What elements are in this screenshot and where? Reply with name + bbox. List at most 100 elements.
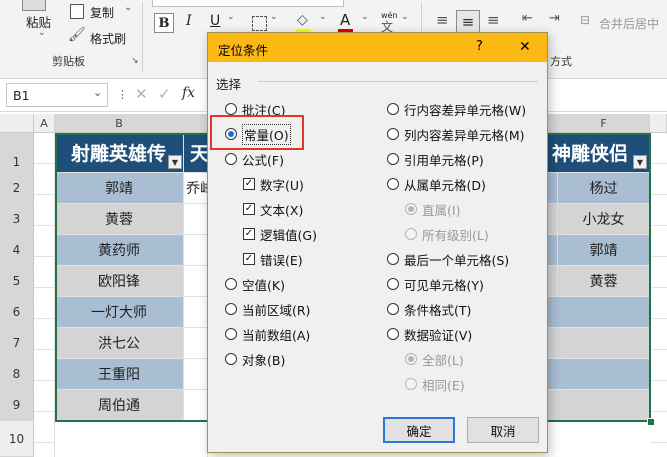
option-all[interactable]: 全部(L) — [405, 350, 464, 368]
option-objects[interactable]: 对象(B) — [225, 350, 285, 368]
row-header[interactable]: 7 — [0, 328, 34, 359]
header-cell-c1[interactable]: 天 — [184, 133, 209, 173]
fill-color-icon[interactable]: ◇ — [297, 12, 308, 28]
table-cell[interactable]: 郭靖 — [558, 235, 650, 266]
column-c-cells[interactable] — [184, 204, 208, 421]
option-precedents[interactable]: 引用单元格(P) — [387, 150, 484, 168]
indent-icon[interactable]: ⇤ — [522, 11, 533, 26]
chevron-down-icon[interactable]: ⌄ — [38, 28, 46, 38]
option-dependents[interactable]: 从属单元格(D) — [387, 175, 486, 193]
merge-center-button[interactable]: 合并后居中 — [599, 15, 659, 32]
column-header-e[interactable] — [548, 114, 558, 133]
table-cell[interactable]: 王重阳 — [55, 359, 184, 390]
fill-handle[interactable] — [647, 418, 655, 426]
confirm-entry-icon[interactable]: ✓ — [158, 85, 171, 103]
chevron-down-icon[interactable]: ⌄ — [270, 12, 278, 22]
copy-icon[interactable] — [70, 4, 84, 19]
dialog-launcher-icon[interactable]: ↘ — [131, 56, 139, 66]
check-numbers[interactable]: ✓ 数字(U) — [243, 175, 304, 193]
ok-button[interactable]: 确定 — [383, 417, 455, 443]
name-box[interactable]: B1 ⌄ — [6, 83, 108, 107]
table-cell[interactable]: 周伯通 — [55, 390, 184, 421]
option-data-validation[interactable]: 数据验证(V) — [387, 325, 472, 343]
format-painter-icon[interactable]: 🖌 — [68, 27, 86, 43]
table-cell[interactable]: 小龙女 — [558, 204, 650, 235]
column-header-f[interactable]: F — [558, 114, 650, 133]
filter-dropdown-icon[interactable]: ▼ — [633, 155, 647, 169]
column-header-c[interactable] — [184, 114, 208, 133]
check-errors[interactable]: ✓ 错误(E) — [243, 250, 303, 268]
row-header[interactable]: 10 — [0, 421, 34, 457]
row-10-cells[interactable] — [55, 421, 208, 457]
insert-function-button[interactable]: fx — [182, 85, 195, 101]
cancel-entry-icon[interactable]: ✕ — [135, 85, 148, 103]
dialog-titlebar[interactable]: 定位条件 ? ✕ — [208, 33, 547, 62]
chevron-down-icon[interactable]: ⌄ — [227, 12, 235, 22]
option-current-region[interactable]: 当前区域(R) — [225, 300, 310, 318]
row-header[interactable]: 6 — [0, 297, 34, 328]
table-cell[interactable] — [548, 359, 650, 390]
table-cell[interactable]: 黄蓉 — [55, 204, 184, 235]
font-color-button[interactable]: A — [340, 11, 350, 29]
select-all-corner[interactable] — [0, 114, 34, 133]
filter-dropdown-icon[interactable]: ▼ — [168, 155, 182, 169]
option-row-differences[interactable]: 行内容差异单元格(W) — [387, 100, 526, 118]
chevron-down-icon[interactable]: ⌄ — [93, 86, 102, 99]
table-cell[interactable] — [548, 204, 558, 235]
row-header[interactable]: 2 — [0, 173, 34, 204]
column-a-cells[interactable] — [34, 133, 55, 457]
table-cell[interactable]: 黄蓉 — [558, 266, 650, 297]
option-direct-only[interactable]: 直属(I) — [405, 200, 460, 218]
merge-center-icon[interactable]: ⊟ — [580, 13, 590, 27]
align-left-icon[interactable]: ≡ — [436, 11, 449, 29]
check-text[interactable]: ✓ 文本(X) — [243, 200, 303, 218]
chevron-down-icon[interactable]: ⌄ — [361, 12, 369, 22]
row-header[interactable]: 3 — [0, 204, 34, 235]
chevron-down-icon[interactable]: ⌄ — [124, 2, 132, 13]
close-icon[interactable]: ✕ — [519, 39, 531, 55]
option-blanks[interactable]: 空值(K) — [225, 275, 285, 293]
italic-button[interactable]: I — [186, 13, 192, 29]
underline-button[interactable]: U — [210, 13, 220, 29]
table-cell[interactable] — [548, 235, 558, 266]
option-comments[interactable]: 批注(C) — [225, 100, 285, 118]
row-header[interactable]: 4 — [0, 235, 34, 266]
column-g-cells[interactable] — [650, 133, 667, 457]
row-header[interactable]: 8 — [0, 359, 34, 390]
chevron-down-icon[interactable]: ⌄ — [319, 12, 327, 22]
table-cell[interactable] — [548, 390, 650, 421]
table-cell[interactable]: 一灯大师 — [55, 297, 184, 328]
copy-button[interactable]: 复制 — [90, 4, 114, 21]
option-current-array[interactable]: 当前数组(A) — [225, 325, 310, 343]
option-same[interactable]: 相同(E) — [405, 375, 465, 393]
table-cell[interactable] — [548, 266, 558, 297]
outdent-icon[interactable]: ⇥ — [549, 11, 560, 26]
table-cell[interactable]: 欧阳锋 — [55, 266, 184, 297]
row-header[interactable]: 9 — [0, 390, 34, 421]
option-column-differences[interactable]: 列内容差异单元格(M) — [387, 125, 525, 143]
chevron-down-icon[interactable]: ⌄ — [401, 12, 409, 22]
column-header-b[interactable]: B — [55, 114, 184, 133]
row-10-cells-right[interactable] — [548, 421, 650, 457]
help-button[interactable]: ? — [476, 39, 483, 54]
option-constants[interactable]: 常量(O) — [225, 123, 291, 145]
table-cell[interactable] — [548, 297, 650, 328]
align-right-icon[interactable]: ≡ — [487, 11, 500, 29]
option-visible-cells[interactable]: 可见单元格(Y) — [387, 275, 484, 293]
paste-icon[interactable] — [22, 0, 46, 11]
option-formulas[interactable]: 公式(F) — [225, 150, 284, 168]
font-name-field[interactable] — [152, 0, 344, 7]
format-painter-button[interactable]: 格式刷 — [90, 30, 126, 47]
table-cell[interactable]: 洪七公 — [55, 328, 184, 359]
align-center-button[interactable]: ≡ — [456, 10, 480, 33]
table-cell[interactable]: 郭靖 — [55, 173, 184, 204]
table-cell[interactable] — [548, 328, 650, 359]
row-header[interactable]: 5 — [0, 266, 34, 297]
table-cell[interactable]: 乔峰 — [184, 173, 208, 204]
table-cell[interactable]: 黄药师 — [55, 235, 184, 266]
row-header[interactable]: 1 — [0, 133, 34, 173]
option-all-levels[interactable]: 所有级别(L) — [405, 225, 489, 243]
option-last-cell[interactable]: 最后一个单元格(S) — [387, 250, 509, 268]
option-conditional-formats[interactable]: 条件格式(T) — [387, 300, 471, 318]
border-icon[interactable] — [252, 16, 267, 31]
